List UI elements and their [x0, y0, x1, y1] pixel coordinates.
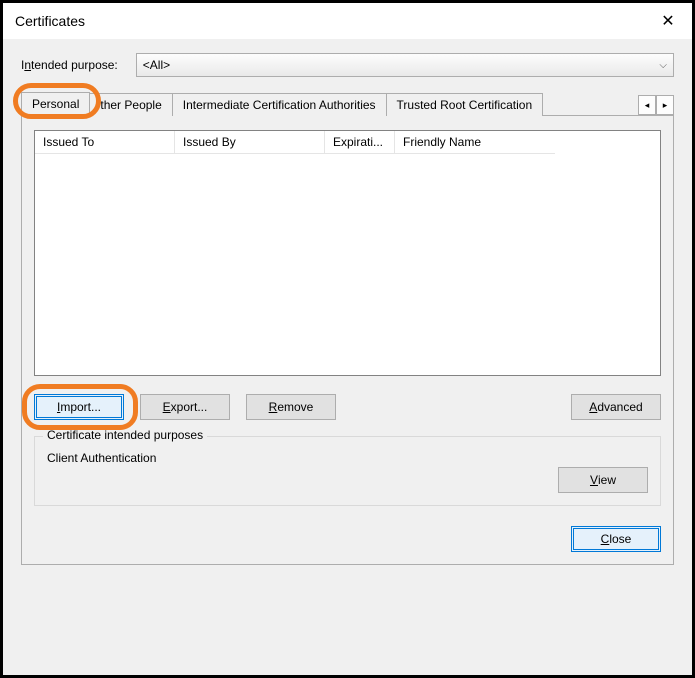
titlebar: Certificates ✕	[3, 3, 692, 39]
remove-button[interactable]: Remove	[246, 394, 336, 420]
group-label: Certificate intended purposes	[43, 428, 207, 442]
btn-accel: C	[601, 532, 610, 546]
export-button[interactable]: Export...	[140, 394, 230, 420]
import-button[interactable]: Import...	[34, 394, 124, 420]
view-button[interactable]: View	[558, 467, 648, 493]
cert-purposes-group: Certificate intended purposes Client Aut…	[34, 436, 661, 506]
btn-accel: R	[269, 400, 278, 414]
btn-accel: A	[589, 400, 597, 414]
close-icon[interactable]: ✕	[656, 11, 680, 31]
label-text: tended purpose:	[31, 58, 118, 72]
tab-label: ther People	[100, 98, 161, 112]
btn-accel: V	[590, 473, 598, 487]
list-header: Issued To Issued By Expirati... Friendly…	[35, 131, 660, 154]
intended-purpose-row: Intended purpose: <All> ⌵	[21, 53, 674, 77]
tab-label: Intermediate Certification Authorities	[183, 98, 376, 112]
advanced-button[interactable]: Advanced	[571, 394, 661, 420]
tab-trusted-root[interactable]: Trusted Root Certification	[386, 93, 544, 116]
button-row: Import... Export... Remove Advanced	[34, 394, 661, 420]
col-issued-by[interactable]: Issued By	[175, 131, 325, 154]
btn-label: iew	[598, 473, 616, 487]
group-body: Client Authentication View	[47, 449, 648, 493]
intended-purpose-select[interactable]: <All> ⌵	[136, 53, 674, 77]
spacer	[352, 394, 555, 420]
tab-scroll-left-icon[interactable]: ◂	[638, 95, 656, 115]
select-value: <All>	[143, 58, 170, 72]
tab-scroll-right-icon[interactable]: ▸	[656, 95, 674, 115]
tab-other-people[interactable]: ther People	[89, 93, 172, 116]
tab-panel: Issued To Issued By Expirati... Friendly…	[21, 116, 674, 565]
btn-label: dvanced	[597, 400, 642, 414]
btn-label: emove	[277, 400, 313, 414]
window-title: Certificates	[15, 13, 85, 29]
btn-label: lose	[609, 532, 631, 546]
purposes-text: Client Authentication	[47, 449, 156, 465]
close-button[interactable]: Close	[571, 526, 661, 552]
certificates-dialog: Certificates ✕ Intended purpose: <All> ⌵…	[0, 0, 695, 678]
tab-intermediate-ca[interactable]: Intermediate Certification Authorities	[172, 93, 387, 116]
btn-label: mport...	[60, 400, 101, 414]
btn-accel: E	[163, 400, 171, 414]
chevron-down-icon: ⌵	[659, 60, 667, 71]
tab-scrollers: ◂ ▸	[638, 95, 674, 115]
tab-label: Personal	[32, 97, 79, 111]
col-friendly-name[interactable]: Friendly Name	[395, 131, 555, 154]
col-issued-to[interactable]: Issued To	[35, 131, 175, 154]
col-expiration[interactable]: Expirati...	[325, 131, 395, 154]
tab-label: Trusted Root Certification	[397, 98, 533, 112]
tab-personal[interactable]: Personal	[21, 92, 90, 116]
intended-purpose-label: Intended purpose:	[21, 58, 118, 72]
view-button-wrap: View	[558, 467, 648, 493]
footer: Close	[34, 526, 661, 552]
dialog-content: Intended purpose: <All> ⌵ Personal ther …	[3, 39, 692, 575]
btn-label: xport...	[171, 400, 208, 414]
tabs: Personal ther People Intermediate Certif…	[21, 91, 674, 116]
certificate-list[interactable]: Issued To Issued By Expirati... Friendly…	[34, 130, 661, 376]
